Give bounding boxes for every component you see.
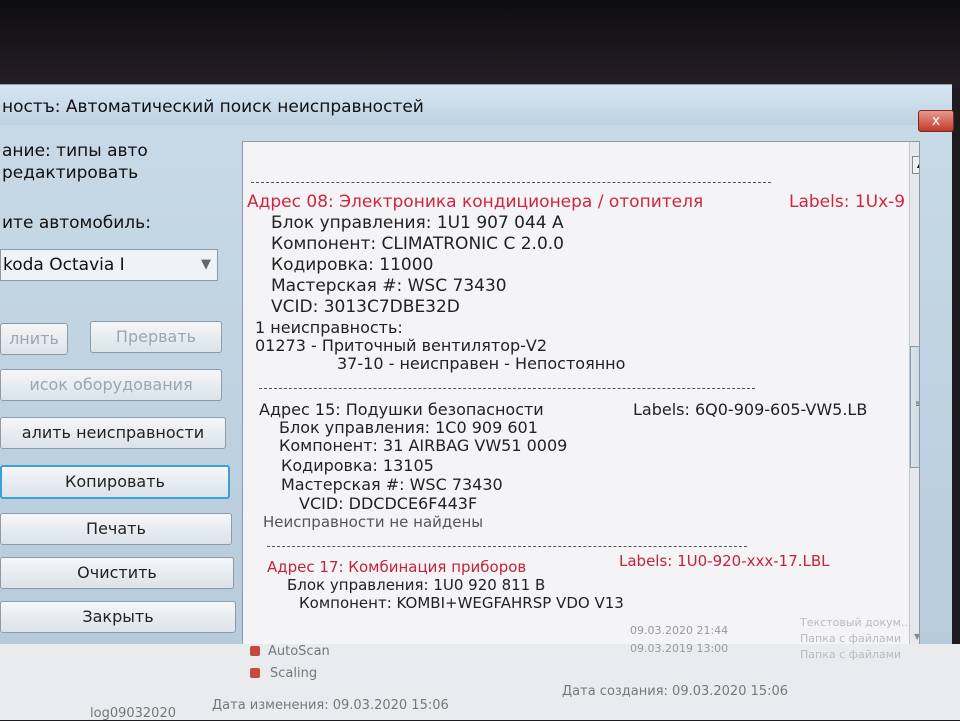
- car-select-value: koda Octavia I: [3, 255, 125, 275]
- report-panel[interactable]: Адрес 08: Электроника кондиционера / ото…: [242, 141, 920, 649]
- file-date-2: 09.03.2019 13:00: [630, 642, 729, 655]
- created-date: Дата создания: 09.03.2020 15:06: [562, 684, 789, 699]
- coding-08: Кодировка: 11000: [271, 255, 434, 275]
- separator: [251, 182, 771, 183]
- file-item-scaling[interactable]: Scaling: [270, 666, 317, 681]
- workshop-15: Мастерская #: WSC 73430: [281, 475, 503, 494]
- fault-code-08: 01273 - Приточный вентилятор-V2: [255, 336, 548, 355]
- equipment-list-button[interactable]: исок оборудования: [0, 369, 222, 401]
- workshop-08: Мастерская #: WSC 73430: [271, 276, 507, 296]
- window-title: ностъ: Автоматический поиск неисправност…: [2, 97, 424, 117]
- unit-08: Блок управления: 1U1 907 044 A: [271, 213, 564, 233]
- unit-15: Блок управления: 1C0 909 601: [279, 418, 538, 437]
- close-button[interactable]: Закрыть: [0, 601, 236, 633]
- copy-button[interactable]: Копировать: [0, 465, 230, 499]
- file-type-2: Папка с файлами: [800, 632, 902, 645]
- clear-button[interactable]: Очистить: [0, 557, 234, 589]
- file-type-3: Папка с файлами: [800, 648, 902, 661]
- labels-15: Labels: 6Q0-909-605-VW5.LB: [633, 400, 868, 419]
- grip-icon: ≡: [915, 399, 919, 410]
- autoscan-window: ностъ: Автоматический поиск неисправност…: [0, 84, 954, 649]
- chevron-down-icon[interactable]: ▼: [201, 257, 211, 272]
- vcid-08: VCID: 3013C7DBE32D: [271, 297, 460, 317]
- car-select[interactable]: koda Octavia I ▼: [0, 249, 218, 281]
- fault-detail-08: 37-10 - неисправен - Непостоянно: [337, 354, 626, 373]
- file-icon: [250, 646, 260, 656]
- separator: [259, 388, 755, 389]
- component-15: Компонент: 31 AIRBAG VW51 0009: [279, 436, 568, 455]
- address-15: Адрес 15: Подушки безопасности: [259, 400, 544, 419]
- modified-date: Дата изменения: 09.03.2020 15:06: [212, 698, 449, 713]
- select-car-label: ите автомобиль:: [2, 213, 151, 233]
- print-button[interactable]: Печать: [0, 513, 232, 545]
- unit-17: Блок управления: 1U0 920 811 B: [287, 576, 546, 594]
- file-date-1: 09.03.2020 21:44: [630, 624, 729, 637]
- fault-count-08: 1 неисправность:: [255, 318, 403, 337]
- file-explorer-background: AutoScan Scaling Дата создания: 09.03.20…: [0, 616, 960, 721]
- address-08: Адрес 08: Электроника кондиционера / ото…: [247, 192, 704, 212]
- sidebar-line-2: редактировать: [2, 163, 139, 183]
- vcid-15: VCID: DDCDCE6F443F: [299, 494, 478, 513]
- background-top: [0, 0, 960, 88]
- labels-17: Labels: 1U0-920-xxx-17.LBL: [619, 552, 830, 570]
- title-bar: ностъ: Автоматический поиск неисправност…: [0, 85, 954, 132]
- separator: [267, 546, 747, 547]
- report-scrollbar[interactable]: ▲ ≡ ▼: [909, 142, 919, 648]
- component-17: Компонент: KOMBI+WEGFAHRSP VDO V13: [299, 594, 624, 612]
- file-item-autoscan[interactable]: AutoScan: [268, 644, 330, 659]
- abort-button[interactable]: Прервать: [90, 321, 222, 353]
- sidebar-line-1: ание: типы авто: [2, 141, 148, 161]
- labels-08: Labels: 1Ux-9: [789, 192, 906, 212]
- file-type-1: Текстовый докум...: [800, 616, 912, 629]
- clear-faults-button[interactable]: алить неисправности: [0, 417, 226, 449]
- close-window-button[interactable]: x: [918, 110, 954, 132]
- scroll-thumb[interactable]: ≡: [910, 346, 919, 468]
- coding-15: Кодировка: 13105: [281, 456, 434, 475]
- address-17: Адрес 17: Комбинация приборов: [267, 558, 527, 576]
- scroll-up-arrow-icon[interactable]: ▲: [912, 156, 919, 174]
- no-faults-15: Неисправности не найдены: [263, 513, 484, 531]
- component-08: Компонент: CLIMATRONIC C 2.0.0: [271, 234, 564, 254]
- selected-file-name: log09032020: [90, 706, 176, 721]
- run-button[interactable]: лнить: [0, 323, 68, 355]
- scroll-down-arrow-icon[interactable]: ▼: [914, 632, 919, 641]
- file-icon: [250, 668, 260, 678]
